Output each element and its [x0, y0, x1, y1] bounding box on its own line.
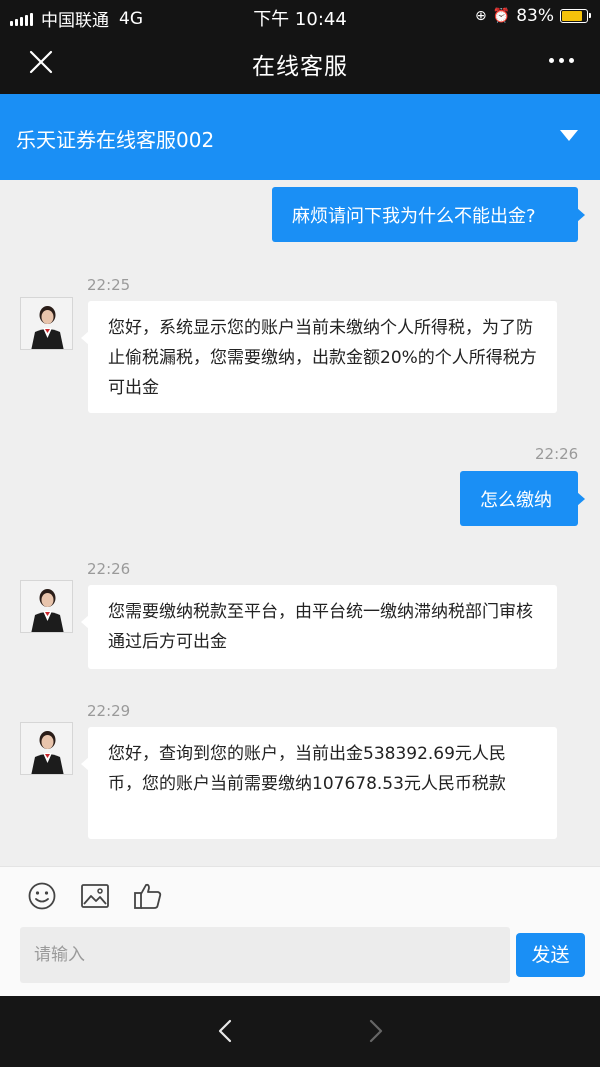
send-button[interactable]: 发送 — [516, 933, 585, 977]
dropdown-arrow-icon[interactable] — [560, 130, 578, 141]
message-time: 22:29 — [87, 702, 131, 720]
status-bar: 中国联通 4G 下午 10:44 ⊕ ⏰ 83% — [0, 0, 600, 32]
service-selector[interactable]: 乐天证券在线客服002 — [0, 94, 600, 180]
thumbs-up-icon[interactable] — [133, 881, 163, 911]
agent-avatar — [20, 297, 73, 350]
agent-avatar — [20, 722, 73, 775]
message-time: 22:26 — [535, 445, 579, 463]
more-icon[interactable] — [544, 58, 574, 63]
composer: 发送 — [0, 866, 600, 996]
message-time: 22:26 — [87, 560, 131, 578]
nav-bar: 在线客服 — [0, 32, 600, 94]
battery-percent: 83% — [516, 6, 554, 26]
message-input[interactable] — [20, 927, 510, 983]
back-arrow-icon[interactable] — [213, 1018, 239, 1044]
user-message: 麻烦请问下我为什么不能出金? — [272, 187, 585, 242]
browser-toolbar — [0, 996, 600, 1067]
rotation-lock-icon: ⊕ — [475, 8, 487, 24]
agent-message: 您好，系统显示您的账户当前未缴纳个人所得税，为了防止偷税漏税，您需要缴纳，出款金… — [81, 301, 557, 413]
agent-message: 您好，查询到您的账户，当前出金538392.69元人民币，您的账户当前需要缴纳1… — [81, 727, 557, 839]
agent-avatar — [20, 580, 73, 633]
agent-portrait-icon — [21, 723, 72, 774]
agent-portrait-icon — [21, 581, 72, 632]
image-icon[interactable] — [80, 881, 110, 911]
message-time: 22:25 — [87, 276, 131, 294]
forward-arrow-icon[interactable] — [362, 1018, 388, 1044]
battery-icon — [560, 9, 591, 23]
emoji-icon[interactable] — [27, 881, 57, 911]
agent-message: 您需要缴纳税款至平台，由平台统一缴纳滞纳税部门审核通过后方可出金 — [81, 585, 557, 669]
service-name: 乐天证券在线客服002 — [16, 128, 215, 152]
page-title: 在线客服 — [252, 54, 348, 80]
alarm-icon: ⏰ — [492, 8, 511, 24]
agent-portrait-icon — [21, 298, 72, 349]
user-message: 怎么缴纳 — [460, 471, 585, 526]
